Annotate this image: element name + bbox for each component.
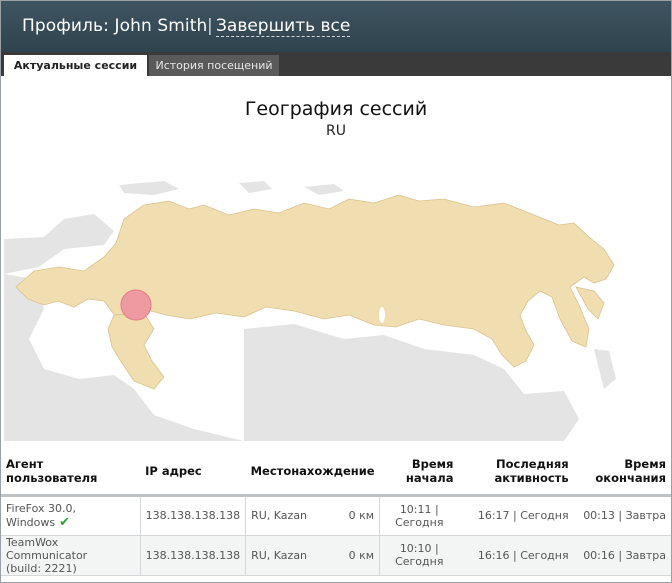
sessions-table: Агент пользователя IP адрес Местонахожде…	[1, 448, 671, 576]
agent-cell: FireFox 30.0, Windows ✔	[1, 495, 141, 536]
table-header-row: Агент пользователя IP адрес Местонахожде…	[1, 448, 671, 497]
start-time-cell: 10:10 | Сегодня	[379, 535, 459, 576]
col-location[interactable]: Местонахождение	[245, 448, 380, 497]
profile-sessions-window: Профиль: John Smith | Завершить все Акту…	[0, 0, 672, 583]
col-start-time[interactable]: Время начала	[379, 448, 459, 497]
profile-title: Профиль: John Smith	[22, 16, 208, 36]
last-activity-cell: 16:16 | Сегодня	[458, 535, 574, 576]
end-time-cell: 00:13 | Завтра	[573, 495, 671, 536]
tab-bar: Актуальные сессии История посещений	[1, 52, 671, 76]
location-cell: RU, Kazan 0 км	[245, 535, 380, 576]
header-separator: |	[207, 16, 213, 36]
end-time-cell: 00:16 | Завтра	[573, 535, 671, 576]
last-activity-cell: 16:17 | Сегодня	[458, 495, 574, 536]
map-arctic-islands	[119, 181, 344, 195]
map-title: География сессий	[244, 98, 428, 120]
table-row[interactable]: TeamWox Communicator (build: 2221) 138.13…	[1, 535, 671, 576]
map-subtitle: RU	[326, 123, 346, 139]
col-ip[interactable]: IP адрес	[140, 448, 246, 497]
tab-visit-history[interactable]: История посещений	[149, 55, 279, 76]
current-session-check-icon: ✔	[59, 514, 71, 530]
col-end-time[interactable]: Время окончания	[573, 448, 671, 497]
col-last-activity[interactable]: Последняя активность	[458, 448, 574, 497]
sessions-map	[4, 181, 616, 441]
ip-cell: 138.138.138.138	[139, 495, 246, 536]
tab-current-sessions[interactable]: Актуальные сессии	[4, 55, 147, 76]
header-bar: Профиль: John Smith | Завершить все	[1, 1, 671, 52]
logout-all-link[interactable]: Завершить все	[216, 16, 351, 37]
location-cell: RU, Kazan 0 км	[245, 495, 380, 536]
table-row[interactable]: FireFox 30.0, Windows ✔ 138.138.138.138 R…	[1, 495, 671, 536]
agent-cell: TeamWox Communicator (build: 2221)	[1, 535, 141, 576]
col-agent[interactable]: Агент пользователя	[1, 448, 141, 497]
start-time-cell: 10:11 | Сегодня	[379, 495, 459, 536]
map-lake	[379, 307, 385, 323]
session-location-marker[interactable]	[120, 289, 152, 321]
ip-cell: 138.138.138.138	[139, 535, 246, 576]
